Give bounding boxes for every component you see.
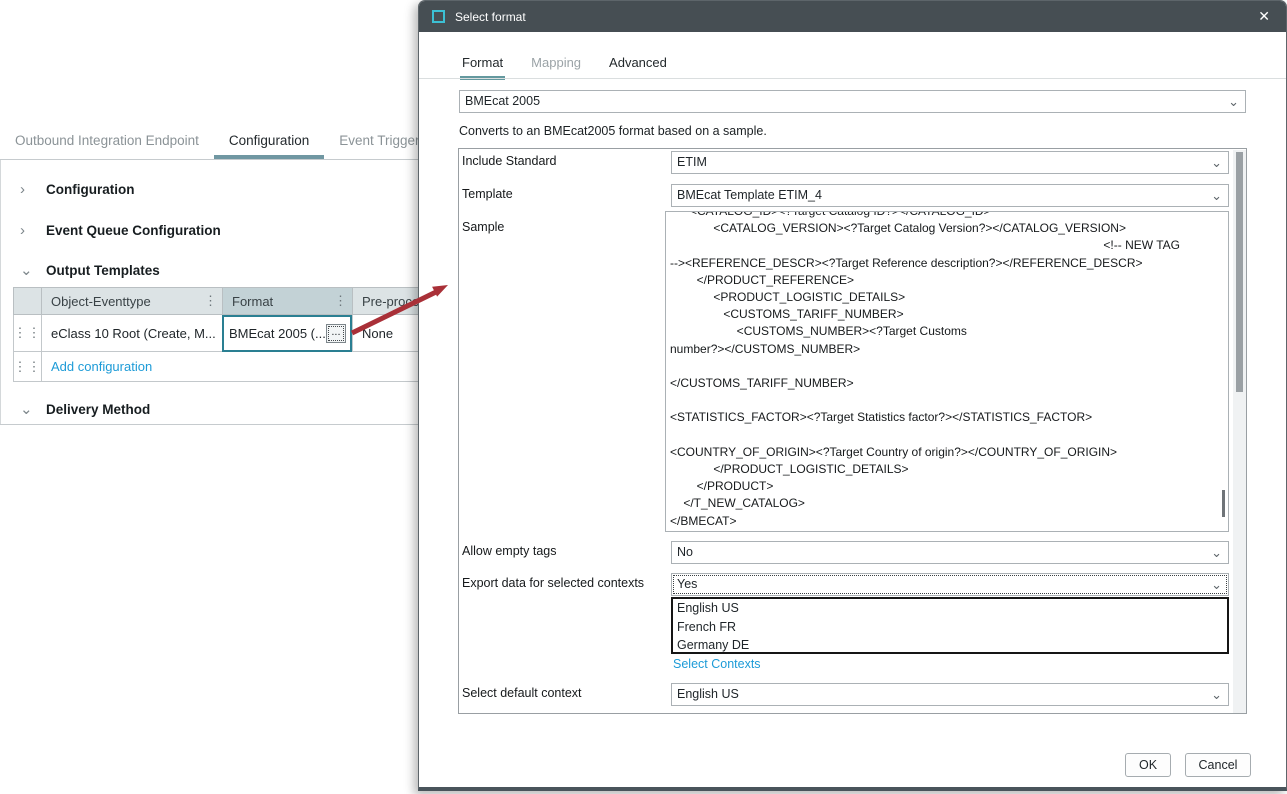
- chevron-right-icon: ›: [20, 183, 34, 197]
- export-contexts-select[interactable]: Yes ⌄: [671, 573, 1229, 596]
- sample-label: Sample: [462, 220, 668, 234]
- dialog-title: Select format: [455, 10, 526, 24]
- section-label: Event Queue Configuration: [46, 223, 221, 238]
- chevron-down-icon: ⌄: [1211, 684, 1222, 705]
- select-format-dialog: Select format ✕ Format Mapping Advanced …: [418, 0, 1287, 791]
- format-options-groupbox: Include Standard ETIM ⌄ Template BMEcat …: [458, 148, 1247, 714]
- open-format-dialog-button[interactable]: ...: [326, 324, 346, 343]
- add-configuration-cell: Add configuration: [41, 352, 431, 382]
- chevron-down-icon: ⌄: [1211, 185, 1222, 206]
- template-label: Template: [462, 187, 668, 201]
- allow-empty-tags-select[interactable]: No ⌄: [671, 541, 1229, 564]
- tab-mapping[interactable]: Mapping: [529, 51, 583, 80]
- export-contexts-value: Yes: [677, 577, 697, 591]
- chevron-down-icon: ⌄: [1211, 574, 1222, 595]
- default-context-select[interactable]: English US ⌄: [671, 683, 1229, 706]
- row-drag-handle[interactable]: ⋮⋮: [13, 315, 41, 352]
- section-header-delivery-method[interactable]: ⌄ Delivery Method: [20, 402, 150, 417]
- row-drag-handle: ⋮⋮: [13, 352, 41, 382]
- format-type-value: BMEcat 2005: [465, 94, 540, 108]
- select-contexts-link[interactable]: Select Contexts: [673, 657, 761, 671]
- groupbox-scrollbar[interactable]: [1233, 150, 1246, 713]
- include-standard-label: Include Standard: [462, 154, 668, 168]
- tab-event-triggers[interactable]: Event Triggers: [324, 125, 418, 159]
- section-header-configuration[interactable]: › Configuration: [20, 182, 134, 197]
- kebab-menu-icon[interactable]: ⋮: [204, 293, 218, 309]
- format-description: Converts to an BMEcat2005 format based o…: [459, 124, 767, 138]
- application-window: Outbound Integration Endpoint Configurat…: [0, 0, 1287, 794]
- default-context-label: Select default context: [462, 686, 668, 700]
- default-context-value: English US: [677, 687, 739, 701]
- groupbox-scrollbar-thumb[interactable]: [1236, 152, 1243, 392]
- tab-configuration[interactable]: Configuration: [214, 125, 324, 159]
- column-label: Object-Eventtype: [51, 294, 151, 309]
- kebab-menu-icon[interactable]: ⋮: [334, 293, 348, 309]
- table-header-format[interactable]: Format ⋮: [222, 287, 352, 315]
- cell-format-selected[interactable]: BMEcat 2005 (... ...: [222, 315, 352, 352]
- export-contexts-label: Export data for selected contexts: [462, 576, 668, 590]
- tab-advanced[interactable]: Advanced: [607, 51, 669, 80]
- chevron-right-icon: ›: [20, 224, 34, 238]
- tab-format[interactable]: Format: [460, 51, 505, 80]
- section-header-output-templates[interactable]: ⌄ Output Templates: [20, 263, 160, 278]
- panel-border: [0, 160, 1, 425]
- panel-border: [0, 424, 418, 425]
- section-header-event-queue-configuration[interactable]: › Event Queue Configuration: [20, 223, 221, 238]
- drag-handle-icon: ⋮⋮: [14, 325, 42, 341]
- contexts-listbox[interactable]: English US French FR Germany DE: [671, 597, 1229, 654]
- include-standard-value: ETIM: [677, 155, 707, 169]
- context-option-french-fr[interactable]: French FR: [673, 618, 1227, 637]
- section-label: Delivery Method: [46, 402, 150, 417]
- dialog-tab-bar: Format Mapping Advanced: [460, 51, 669, 80]
- table-header-object-eventtype[interactable]: Object-Eventtype ⋮: [41, 287, 222, 315]
- cell-format-value: BMEcat 2005 (...: [229, 326, 326, 341]
- app-square-icon: [432, 10, 445, 23]
- table-header-handle: [13, 287, 41, 315]
- chevron-down-icon: ⌄: [1211, 542, 1222, 563]
- add-configuration-link[interactable]: Add configuration: [51, 359, 152, 374]
- column-label: Format: [232, 294, 273, 309]
- tab-outbound-integration-endpoint[interactable]: Outbound Integration Endpoint: [0, 125, 214, 159]
- tab-separator: [419, 78, 1286, 79]
- close-icon[interactable]: ✕: [1255, 8, 1273, 25]
- context-option-english-us[interactable]: English US: [673, 599, 1227, 618]
- chevron-down-icon: ⌄: [1211, 152, 1222, 173]
- template-select[interactable]: BMEcat Template ETIM_4 ⌄: [671, 184, 1229, 207]
- allow-empty-tags-label: Allow empty tags: [462, 544, 668, 558]
- include-standard-select[interactable]: ETIM ⌄: [671, 151, 1229, 174]
- chevron-down-icon: ⌄: [20, 403, 34, 417]
- dialog-titlebar[interactable]: Select format ✕: [419, 1, 1286, 32]
- allow-empty-tags-value: No: [677, 545, 693, 559]
- page-tab-bar: Outbound Integration Endpoint Configurat…: [0, 125, 418, 160]
- ok-button[interactable]: OK: [1125, 753, 1171, 777]
- sample-xml-text: <CATALOG_ID><?Target Catalog ID?></CATAL…: [670, 211, 1180, 530]
- chevron-down-icon: ⌄: [1228, 91, 1239, 112]
- format-type-select[interactable]: BMEcat 2005 ⌄: [459, 90, 1246, 113]
- context-option-germany-de[interactable]: Germany DE: [673, 636, 1227, 654]
- sample-scrollbar[interactable]: [1222, 490, 1225, 517]
- section-label: Output Templates: [46, 263, 160, 278]
- chevron-down-icon: ⌄: [20, 264, 34, 278]
- cancel-button[interactable]: Cancel: [1185, 753, 1251, 777]
- template-value: BMEcat Template ETIM_4: [677, 188, 822, 202]
- cell-object-eventtype[interactable]: eClass 10 Root (Create, M...: [41, 315, 222, 352]
- drag-handle-icon: ⋮⋮: [14, 359, 42, 375]
- section-label: Configuration: [46, 182, 134, 197]
- sample-xml-textarea[interactable]: <CATALOG_ID><?Target Catalog ID?></CATAL…: [665, 211, 1229, 532]
